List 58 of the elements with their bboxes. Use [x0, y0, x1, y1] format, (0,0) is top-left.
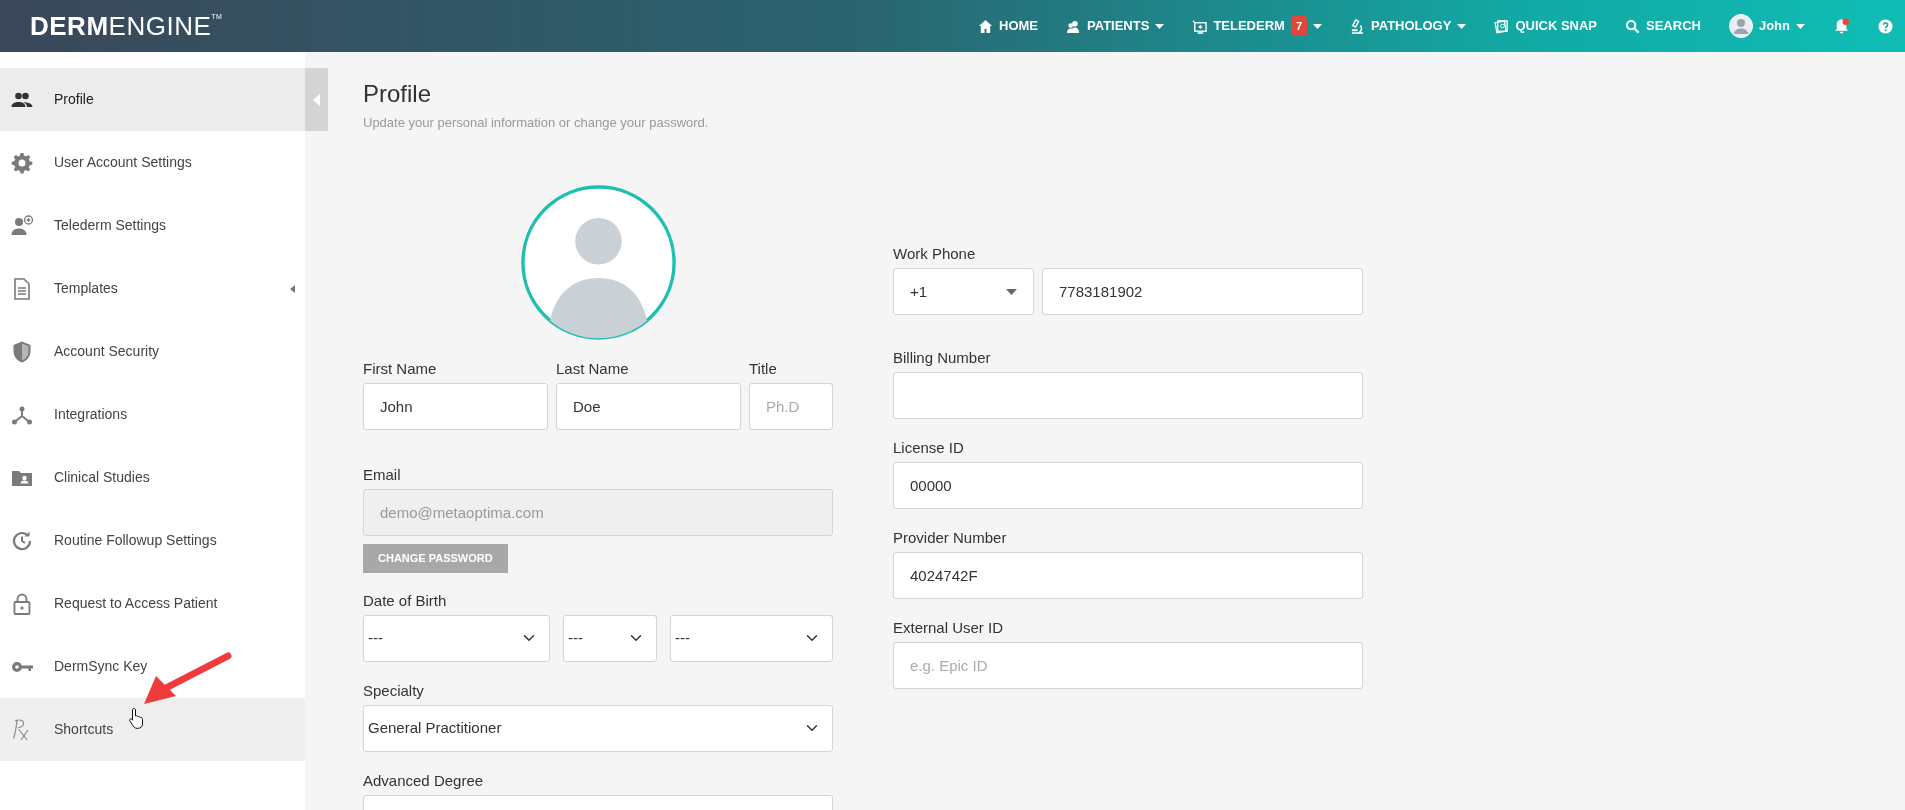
field-label: Title	[749, 360, 778, 379]
sidebar-item[interactable]: Telederm Settings	[0, 194, 305, 257]
search-icon	[1625, 18, 1641, 34]
field-label: Provider Number	[893, 529, 1008, 548]
field-label: First Name	[363, 360, 438, 379]
field-label: Last Name	[556, 360, 630, 379]
field-label: External User ID	[893, 619, 1005, 638]
sidebar-item[interactable]: Integrations	[0, 383, 305, 446]
help-icon[interactable]	[1878, 18, 1893, 34]
pointer-cursor-icon	[128, 707, 146, 729]
home-icon	[978, 18, 993, 34]
nav-link[interactable]: PATIENTS	[1066, 16, 1165, 36]
dropdown-field[interactable]: +1	[893, 268, 1034, 316]
field-label: Advanced Degree	[363, 771, 485, 790]
logo[interactable]: DERMENGINE$^{TM}$	[30, 6, 223, 46]
dropdown-field[interactable]: General Practitioner	[363, 704, 833, 752]
sidebar-item[interactable]: Clinical Studies	[0, 446, 305, 509]
text-field[interactable]	[893, 372, 1363, 420]
monitor-plus-icon	[1192, 18, 1208, 34]
user-plus-icon	[10, 213, 34, 238]
field-label: Email	[363, 466, 402, 485]
text-field[interactable]: 00000	[893, 462, 1363, 510]
text-field[interactable]: Ph.D	[749, 383, 833, 431]
nav-link[interactable]: TELEDERM 7	[1192, 15, 1322, 37]
nav-link[interactable]: HOME	[978, 16, 1038, 36]
text-field[interactable]: e.g. Epic ID	[893, 642, 1363, 690]
text-field[interactable]: 4024742F	[893, 552, 1363, 600]
sidebar-item[interactable]: User Account Settings	[0, 131, 305, 194]
text-field[interactable]: Doe	[556, 383, 741, 431]
collapse-tab[interactable]	[305, 68, 328, 131]
sidebar-item[interactable]: DermSync Key	[0, 635, 305, 698]
gear-icon	[10, 150, 34, 175]
count-badge: 7	[1290, 15, 1307, 37]
avatar-icon	[1728, 14, 1753, 38]
text-field[interactable]: 7783181902	[1042, 268, 1363, 316]
notification-bell-icon[interactable]	[1833, 17, 1850, 35]
field-label: License ID	[893, 439, 965, 458]
dropdown-field[interactable]: ---	[363, 614, 550, 662]
sidebar-item[interactable]: Account Security	[0, 320, 305, 383]
dropdown-field[interactable]: ---	[670, 614, 833, 662]
sidebar-item[interactable]: Templates	[0, 257, 305, 320]
field-label: Date of Birth	[363, 591, 448, 610]
people-icon	[1066, 18, 1081, 34]
microscope-icon	[1350, 18, 1365, 34]
sidebar-item[interactable]: Request to Access Patient	[0, 572, 305, 635]
page-subtitle: Update your personal information or change your password.	[363, 113, 710, 132]
sidebar-item[interactable]: Shortcuts	[0, 698, 305, 761]
text-field[interactable]: John	[363, 383, 548, 431]
field-label: Specialty	[363, 681, 425, 700]
chevron-left-icon	[313, 93, 320, 106]
photos-icon	[1494, 18, 1510, 34]
page-title: Profile	[363, 80, 433, 109]
field-label: Work Phone	[893, 245, 977, 264]
sidebar-item[interactable]: Routine Followup Settings	[0, 509, 305, 572]
sidebar-item[interactable]: Profile	[0, 68, 305, 131]
field-label: Billing Number	[893, 349, 992, 368]
dropdown-field[interactable]: ---	[563, 614, 657, 662]
caret-icon	[1006, 288, 1017, 295]
